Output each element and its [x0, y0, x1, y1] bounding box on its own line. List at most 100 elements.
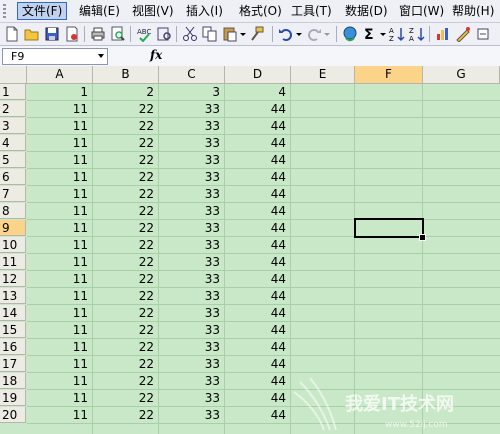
row-header-5[interactable]: 5	[0, 152, 26, 168]
save-icon[interactable]	[44, 26, 60, 42]
cell-d2[interactable]: 44	[225, 101, 290, 117]
row-header-18[interactable]: 18	[0, 373, 26, 389]
cell-c16[interactable]: 33	[159, 339, 224, 355]
permission-icon[interactable]	[64, 26, 80, 42]
cell-a12[interactable]: 11	[27, 271, 92, 287]
cell-c14[interactable]: 33	[159, 305, 224, 321]
cell-c18[interactable]: 33	[159, 373, 224, 389]
function-icon[interactable]: fx	[150, 48, 162, 62]
cell-a6[interactable]: 11	[27, 169, 92, 185]
hyperlink-icon[interactable]	[342, 26, 358, 42]
research-icon[interactable]	[156, 26, 172, 42]
cell-a11[interactable]: 11	[27, 254, 92, 270]
row-header-7[interactable]: 7	[0, 186, 26, 202]
menu-edit[interactable]: 编辑(E)	[75, 3, 124, 19]
cell-a20[interactable]: 11	[27, 407, 92, 423]
cell-b11[interactable]: 22	[93, 254, 158, 270]
cell-c2[interactable]: 33	[159, 101, 224, 117]
toolbar-grip[interactable]	[3, 4, 6, 18]
cell-b8[interactable]: 22	[93, 203, 158, 219]
cell-c5[interactable]: 33	[159, 152, 224, 168]
cell-d5[interactable]: 44	[225, 152, 290, 168]
column-header-c[interactable]: C	[159, 66, 225, 84]
cell-d4[interactable]: 44	[225, 135, 290, 151]
row-header-15[interactable]: 15	[0, 322, 26, 338]
cell-b18[interactable]: 22	[93, 373, 158, 389]
cell-d20[interactable]: 44	[225, 407, 290, 423]
cell-d1[interactable]: 4	[225, 84, 290, 100]
redo-dropdown-icon[interactable]	[323, 26, 331, 42]
row-header-11[interactable]: 11	[0, 254, 26, 270]
cell-b20[interactable]: 22	[93, 407, 158, 423]
menu-format[interactable]: 格式(O)	[235, 3, 286, 19]
row-header-4[interactable]: 4	[0, 135, 26, 151]
cell-c13[interactable]: 33	[159, 288, 224, 304]
cell-c10[interactable]: 33	[159, 237, 224, 253]
sort-descending-icon[interactable]: ZA	[409, 26, 425, 42]
row-header-2[interactable]: 2	[0, 101, 26, 117]
cell-b13[interactable]: 22	[93, 288, 158, 304]
cell-b15[interactable]: 22	[93, 322, 158, 338]
cell-b17[interactable]: 22	[93, 356, 158, 372]
menu-help[interactable]: 帮助(H)	[448, 3, 498, 19]
autosum-dropdown-icon[interactable]	[379, 26, 387, 42]
cell-d11[interactable]: 44	[225, 254, 290, 270]
cell-d7[interactable]: 44	[225, 186, 290, 202]
format-painter-icon[interactable]	[249, 26, 265, 42]
cell-a10[interactable]: 11	[27, 237, 92, 253]
cell-a2[interactable]: 11	[27, 101, 92, 117]
cell-d16[interactable]: 44	[225, 339, 290, 355]
undo-icon[interactable]	[278, 26, 294, 42]
zoom-icon[interactable]	[475, 26, 491, 42]
column-header-g[interactable]: G	[423, 66, 500, 84]
sort-ascending-icon[interactable]: AZ	[389, 26, 405, 42]
cell-b9[interactable]: 22	[93, 220, 158, 236]
cell-a3[interactable]: 11	[27, 118, 92, 134]
row-header-13[interactable]: 13	[0, 288, 26, 304]
column-header-e[interactable]: E	[291, 66, 355, 84]
copy-icon[interactable]	[202, 26, 218, 42]
print-preview-icon[interactable]	[110, 26, 126, 42]
cell-d9[interactable]: 44	[225, 220, 290, 236]
menu-file[interactable]: 文件(F)	[17, 2, 68, 20]
cell-b7[interactable]: 22	[93, 186, 158, 202]
cell-a1[interactable]: 1	[27, 84, 92, 100]
new-document-icon[interactable]	[4, 26, 20, 42]
cut-icon[interactable]	[182, 26, 198, 42]
cell-d15[interactable]: 44	[225, 322, 290, 338]
cell-b6[interactable]: 22	[93, 169, 158, 185]
cell-d12[interactable]: 44	[225, 271, 290, 287]
cell-a5[interactable]: 11	[27, 152, 92, 168]
cell-b2[interactable]: 22	[93, 101, 158, 117]
cell-c7[interactable]: 33	[159, 186, 224, 202]
cell-c4[interactable]: 33	[159, 135, 224, 151]
select-all-corner[interactable]	[0, 66, 27, 84]
autosum-icon[interactable]: Σ	[362, 26, 378, 42]
cell-d17[interactable]: 44	[225, 356, 290, 372]
cell-d6[interactable]: 44	[225, 169, 290, 185]
cell-d18[interactable]: 44	[225, 373, 290, 389]
cell-c6[interactable]: 33	[159, 169, 224, 185]
menu-view[interactable]: 视图(V)	[128, 3, 178, 19]
menu-window[interactable]: 窗口(W)	[395, 3, 448, 19]
cell-a16[interactable]: 11	[27, 339, 92, 355]
open-folder-icon[interactable]	[24, 26, 40, 42]
cell-a14[interactable]: 11	[27, 305, 92, 321]
cell-c8[interactable]: 33	[159, 203, 224, 219]
cell-a19[interactable]: 11	[27, 390, 92, 406]
chart-wizard-icon[interactable]	[435, 26, 451, 42]
cell-c19[interactable]: 33	[159, 390, 224, 406]
spelling-icon[interactable]: ABC	[136, 26, 152, 42]
row-header-6[interactable]: 6	[0, 169, 26, 185]
cell-a15[interactable]: 11	[27, 322, 92, 338]
row-header-17[interactable]: 17	[0, 356, 26, 372]
undo-dropdown-icon[interactable]	[295, 26, 303, 42]
cell-a13[interactable]: 11	[27, 288, 92, 304]
cell-d13[interactable]: 44	[225, 288, 290, 304]
menu-tools[interactable]: 工具(T)	[287, 3, 336, 19]
column-header-a[interactable]: A	[27, 66, 93, 84]
chevron-down-icon[interactable]	[98, 54, 104, 58]
cell-c17[interactable]: 33	[159, 356, 224, 372]
menu-insert[interactable]: 插入(I)	[182, 3, 227, 19]
row-header-16[interactable]: 16	[0, 339, 26, 355]
